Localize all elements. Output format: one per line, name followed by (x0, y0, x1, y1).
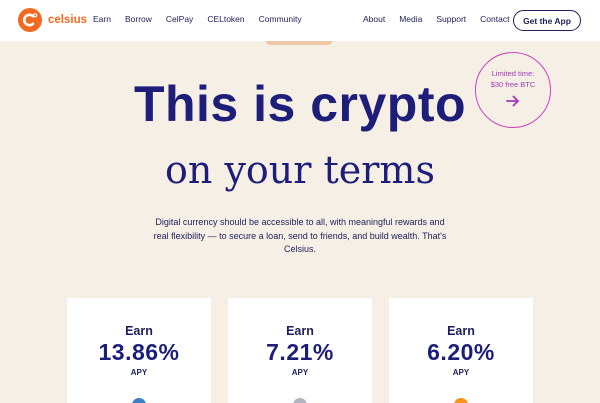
celsius-logo-icon (18, 8, 42, 32)
card-rate: 6.20% (427, 339, 495, 365)
nav-celtoken[interactable]: CELtoken (207, 14, 244, 24)
card-unit: APY (291, 368, 309, 377)
nav-celpay[interactable]: CelPay (166, 14, 193, 24)
card-unit: APY (452, 368, 470, 377)
card-label: Earn (286, 324, 314, 338)
coin-icon (293, 398, 307, 403)
card-rate: 7.21% (266, 339, 334, 365)
primary-nav: Earn Borrow CelPay CELtoken Community (93, 14, 302, 24)
card-label: Earn (125, 324, 153, 338)
nav-support[interactable]: Support (436, 14, 466, 24)
get-the-app-button[interactable]: Get the App (513, 10, 581, 31)
promo-line-2: $30 free BTC (490, 80, 536, 89)
promo-badge[interactable]: Limited time: $30 free BTC (475, 52, 551, 128)
nav-borrow[interactable]: Borrow (125, 14, 152, 24)
coin-icon (132, 398, 146, 403)
hero-description: Digital currency should be accessible to… (153, 217, 447, 254)
logo-wordmark: celsius (48, 14, 87, 26)
rate-card[interactable]: Earn 7.21% APY (228, 298, 372, 403)
nav-earn[interactable]: Earn (93, 14, 111, 24)
card-label: Earn (447, 324, 475, 338)
coin-icon (454, 398, 468, 403)
card-rate: 13.86% (98, 339, 180, 365)
rate-card[interactable]: Earn 13.86% APY (67, 298, 211, 403)
promo-line-1: Limited time: (491, 69, 535, 78)
nav-community[interactable]: Community (259, 14, 302, 24)
card-unit: APY (130, 368, 148, 377)
hero-subtitle: on your terms (165, 148, 435, 192)
secondary-nav: About Media Support Contact (363, 14, 509, 24)
top-nav: celsius Earn Borrow CelPay CELtoken Comm… (0, 0, 600, 41)
decorative-arc (266, 41, 332, 45)
nav-contact[interactable]: Contact (480, 14, 509, 24)
nav-media[interactable]: Media (399, 14, 422, 24)
celsius-logo[interactable]: celsius (18, 8, 87, 32)
rate-card[interactable]: Earn 6.20% APY (389, 298, 533, 403)
arrow-right-icon (506, 94, 520, 112)
nav-about[interactable]: About (363, 14, 385, 24)
